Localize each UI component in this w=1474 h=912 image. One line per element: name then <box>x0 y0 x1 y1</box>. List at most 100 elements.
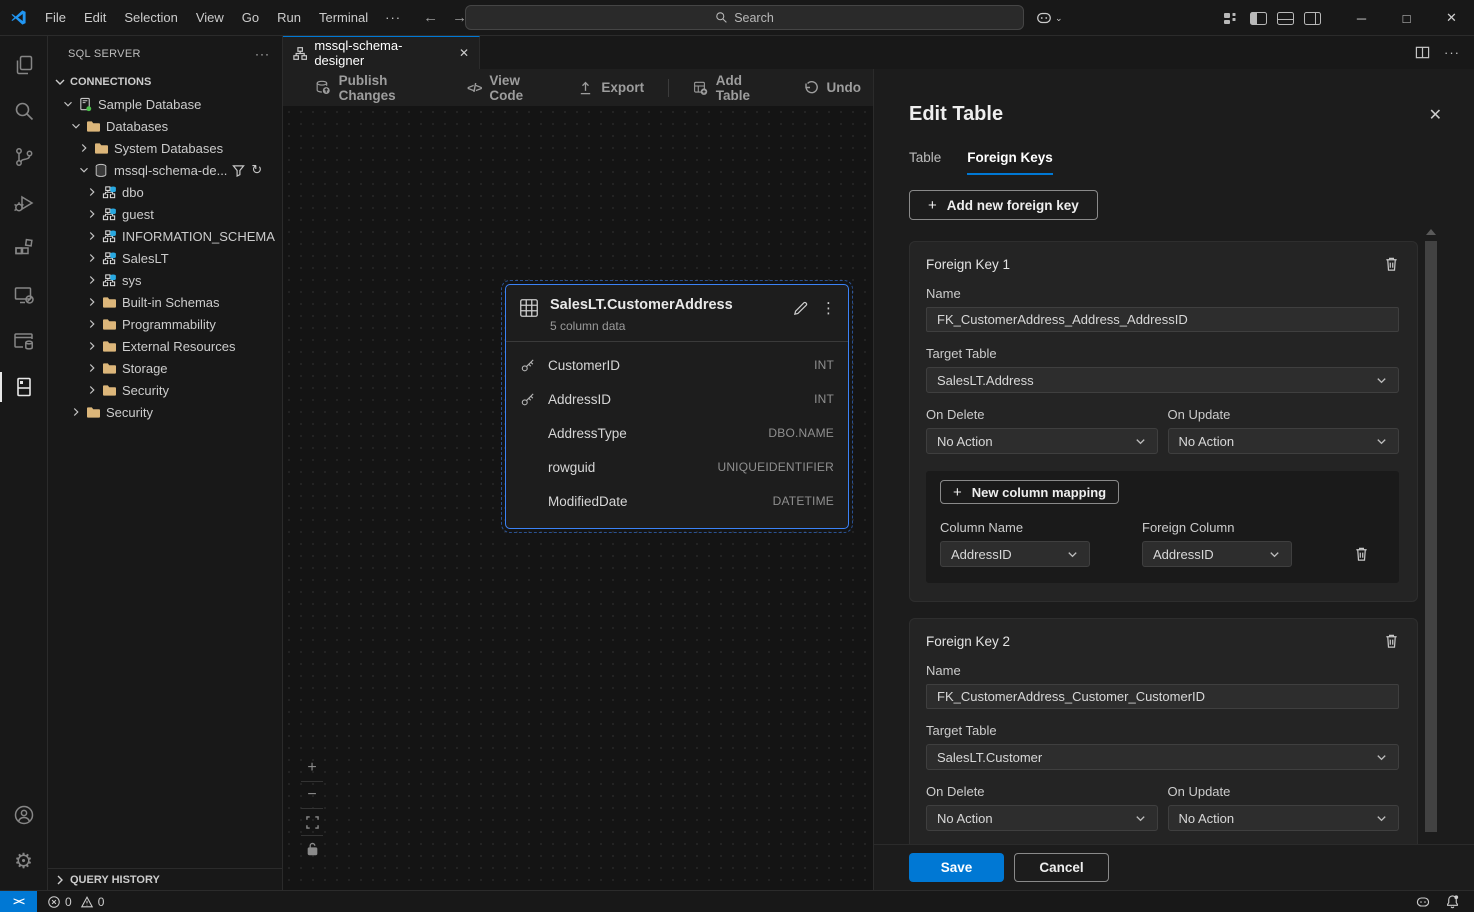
chevron-right-icon <box>52 872 68 888</box>
table-card-kebab-icon[interactable]: ⋮ <box>821 299 836 317</box>
zoom-in-button[interactable]: + <box>298 755 326 781</box>
toggle-primary-sidebar-icon[interactable] <box>1250 12 1267 25</box>
undo-button[interactable]: Undo <box>791 74 874 102</box>
tree-item-guest[interactable]: guest <box>48 203 282 225</box>
menu-view[interactable]: View <box>187 5 233 31</box>
column-row-modifieddate[interactable]: ModifiedDateDATETIME <box>506 484 848 518</box>
editor-more-actions-icon[interactable]: ··· <box>1444 45 1460 60</box>
tree-item-sample-database[interactable]: Sample Database <box>48 93 282 115</box>
menu-file[interactable]: File <box>36 5 75 31</box>
fk2-on-update-select[interactable]: No Action <box>1168 805 1400 831</box>
tab-close-icon[interactable]: ✕ <box>459 46 469 60</box>
vscode-window: FileEditSelectionViewGoRunTerminal ··· ←… <box>0 0 1474 912</box>
command-search-box[interactable]: Search <box>465 5 1024 30</box>
lock-canvas-button[interactable] <box>298 836 326 862</box>
sql-server-view-icon[interactable] <box>0 364 48 410</box>
tree-item-databases[interactable]: Databases <box>48 115 282 137</box>
tree-item-saleslt[interactable]: SalesLT <box>48 247 282 269</box>
tab-table[interactable]: Table <box>909 150 941 175</box>
refresh-icon[interactable]: ↻ <box>251 162 262 178</box>
fk1-foreign-column-select[interactable]: AddressID <box>1142 541 1292 567</box>
tab-foreign-keys[interactable]: Foreign Keys <box>967 150 1053 175</box>
add-table-button[interactable]: Add Table <box>681 74 786 102</box>
copilot-menu[interactable]: ⌄ <box>1035 0 1063 36</box>
tree-item-security[interactable]: Security <box>48 379 282 401</box>
schema-canvas[interactable]: SalesLT.CustomerAddress 5 column data ⋮ … <box>283 106 873 890</box>
fk1-on-delete-select[interactable]: No Action <box>926 428 1158 454</box>
tree-item-mssql-schema-de-[interactable]: mssql-schema-de...↻ <box>48 159 282 181</box>
search-view-icon[interactable] <box>0 88 48 134</box>
database-projects-icon[interactable] <box>0 318 48 364</box>
run-debug-icon[interactable] <box>0 180 48 226</box>
delete-mapping-icon[interactable] <box>1354 546 1369 567</box>
remote-indicator[interactable]: >< <box>0 891 37 912</box>
tree-item-storage[interactable]: Storage <box>48 357 282 379</box>
window-maximize-button[interactable]: □ <box>1384 0 1429 36</box>
customize-layout-icon[interactable] <box>1223 11 1240 26</box>
menu-edit[interactable]: Edit <box>75 5 115 31</box>
add-new-foreign-key-button[interactable]: + Add new foreign key <box>909 190 1098 220</box>
menu-terminal[interactable]: Terminal <box>310 5 377 31</box>
delete-foreign-key-1-icon[interactable] <box>1384 256 1399 272</box>
account-icon[interactable] <box>0 792 48 838</box>
remote-explorer-icon[interactable] <box>0 272 48 318</box>
export-button[interactable]: Export <box>566 74 656 102</box>
column-row-customerid[interactable]: CustomerIDINT <box>506 348 848 382</box>
menu-selection[interactable]: Selection <box>115 5 186 31</box>
menu-run[interactable]: Run <box>268 5 310 31</box>
fk1-new-column-mapping-button[interactable]: + New column mapping <box>940 480 1119 504</box>
explorer-icon[interactable] <box>0 42 48 88</box>
database-icon <box>92 163 110 178</box>
fk1-name-input[interactable]: FK_CustomerAddress_Address_AddressID <box>926 307 1399 332</box>
nav-back-icon[interactable]: ← <box>423 9 438 26</box>
tree-item-security[interactable]: Security <box>48 401 282 423</box>
tree-item-external-resources[interactable]: External Resources <box>48 335 282 357</box>
connections-section-header[interactable]: CONNECTIONS <box>48 71 282 93</box>
problems-indicator[interactable]: 0 0 <box>47 895 104 909</box>
drawer-scrollbar[interactable] <box>1425 229 1437 882</box>
notifications-bell-icon[interactable] <box>1445 894 1460 909</box>
edit-table-pencil-icon[interactable] <box>792 300 809 317</box>
fk1-column-name-select[interactable]: AddressID <box>940 541 1090 567</box>
toggle-panel-icon[interactable] <box>1277 12 1294 25</box>
fk2-name-input[interactable]: FK_CustomerAddress_Customer_CustomerID <box>926 684 1399 709</box>
tab-mssql-schema-designer[interactable]: mssql-schema-designer ✕ <box>283 36 480 69</box>
delete-foreign-key-2-icon[interactable] <box>1384 633 1399 649</box>
copilot-status-icon[interactable] <box>1415 894 1431 910</box>
tree-item-system-databases[interactable]: System Databases <box>48 137 282 159</box>
tree-item-information-schema[interactable]: INFORMATION_SCHEMA <box>48 225 282 247</box>
filter-icon[interactable] <box>232 164 245 177</box>
fk2-on-delete-select[interactable]: No Action <box>926 805 1158 831</box>
sidebar-more-actions-icon[interactable]: ··· <box>255 47 270 61</box>
extensions-icon[interactable] <box>0 226 48 272</box>
fk1-on-update-select[interactable]: No Action <box>1168 428 1400 454</box>
window-close-button[interactable]: ✕ <box>1429 0 1474 36</box>
column-row-addresstype[interactable]: AddressTypeDBO.NAME <box>506 416 848 450</box>
menu-go[interactable]: Go <box>233 5 268 31</box>
tree-item-built-in-schemas[interactable]: Built-in Schemas <box>48 291 282 313</box>
menu-overflow[interactable]: ··· <box>377 10 409 25</box>
tree-item-sys[interactable]: sys <box>48 269 282 291</box>
drawer-close-icon[interactable]: ✕ <box>1429 105 1442 125</box>
cancel-button[interactable]: Cancel <box>1014 853 1109 882</box>
split-editor-icon[interactable] <box>1415 45 1430 60</box>
source-control-icon[interactable] <box>0 134 48 180</box>
toggle-secondary-sidebar-icon[interactable] <box>1304 12 1321 25</box>
fit-view-button[interactable] <box>298 809 326 835</box>
tree-item-programmability[interactable]: Programmability <box>48 313 282 335</box>
save-button[interactable]: Save <box>909 853 1004 882</box>
window-minimize-button[interactable]: ─ <box>1339 0 1384 36</box>
column-row-addressid[interactable]: AddressIDINT <box>506 382 848 416</box>
column-row-rowguid[interactable]: rowguidUNIQUEIDENTIFIER <box>506 450 848 484</box>
view-code-button[interactable]: </> View Code <box>455 74 562 102</box>
settings-gear-icon[interactable]: ⚙ <box>0 838 48 884</box>
table-card-customeraddress[interactable]: SalesLT.CustomerAddress 5 column data ⋮ … <box>505 284 849 529</box>
zoom-out-button[interactable]: − <box>298 782 326 808</box>
fk1-target-table-select[interactable]: SalesLT.Address <box>926 367 1399 393</box>
publish-changes-button[interactable]: Publish Changes <box>303 74 451 102</box>
query-history-section-header[interactable]: QUERY HISTORY <box>48 868 282 890</box>
scrollbar-thumb[interactable] <box>1425 241 1437 832</box>
tree-item-dbo[interactable]: dbo <box>48 181 282 203</box>
fk2-target-table-select[interactable]: SalesLT.Customer <box>926 744 1399 770</box>
folder-icon <box>92 142 110 155</box>
